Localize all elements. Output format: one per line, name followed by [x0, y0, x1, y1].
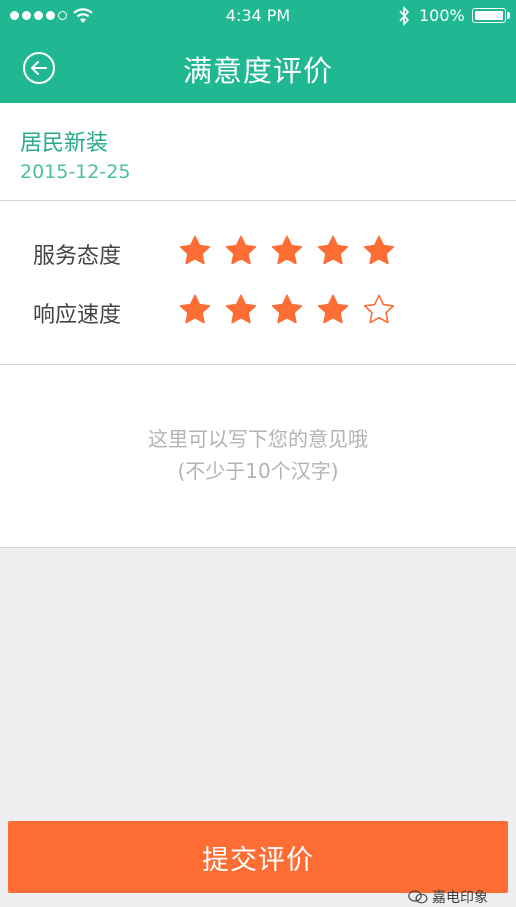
star-filled-icon[interactable]	[270, 293, 304, 327]
submit-button[interactable]: 提交评价	[8, 821, 508, 893]
rating-row-service-attitude: 服务态度	[0, 232, 516, 272]
watermark: 嘉电印象	[408, 887, 488, 907]
order-date: 2015-12-25	[20, 161, 131, 183]
watermark-text: 嘉电印象	[432, 890, 488, 906]
battery-icon	[472, 8, 506, 23]
star-filled-icon[interactable]	[224, 234, 258, 268]
star-filled-icon[interactable]	[178, 293, 212, 327]
rating-label: 服务态度	[33, 244, 122, 269]
wechat-icon	[408, 890, 428, 904]
order-type: 居民新装	[20, 131, 109, 156]
star-filled-icon[interactable]	[270, 234, 304, 268]
page-title: 满意度评价	[182, 54, 333, 88]
status-bar: 4:34 PM 100%	[0, 0, 516, 33]
star-filled-icon[interactable]	[316, 293, 350, 327]
star-filled-icon[interactable]	[362, 234, 396, 268]
star-filled-icon[interactable]	[178, 234, 212, 268]
star-empty-icon[interactable]	[362, 293, 396, 327]
star-rating[interactable]	[178, 293, 396, 327]
rating-card: 服务态度 响应速度	[0, 201, 516, 365]
order-info-card: 居民新装 2015-12-25	[0, 103, 516, 201]
app-header: 4:34 PM 100% 满意度评价	[0, 0, 516, 103]
rating-row-response-speed: 响应速度	[0, 291, 516, 331]
comment-input[interactable]	[0, 365, 516, 547]
star-rating[interactable]	[178, 234, 396, 268]
star-filled-icon[interactable]	[316, 234, 350, 268]
battery-percentage: 100%	[419, 6, 465, 25]
battery-tip	[507, 12, 510, 19]
comment-card	[0, 365, 516, 548]
star-filled-icon[interactable]	[224, 293, 258, 327]
bluetooth-icon	[399, 6, 410, 26]
rating-label: 响应速度	[33, 303, 122, 328]
